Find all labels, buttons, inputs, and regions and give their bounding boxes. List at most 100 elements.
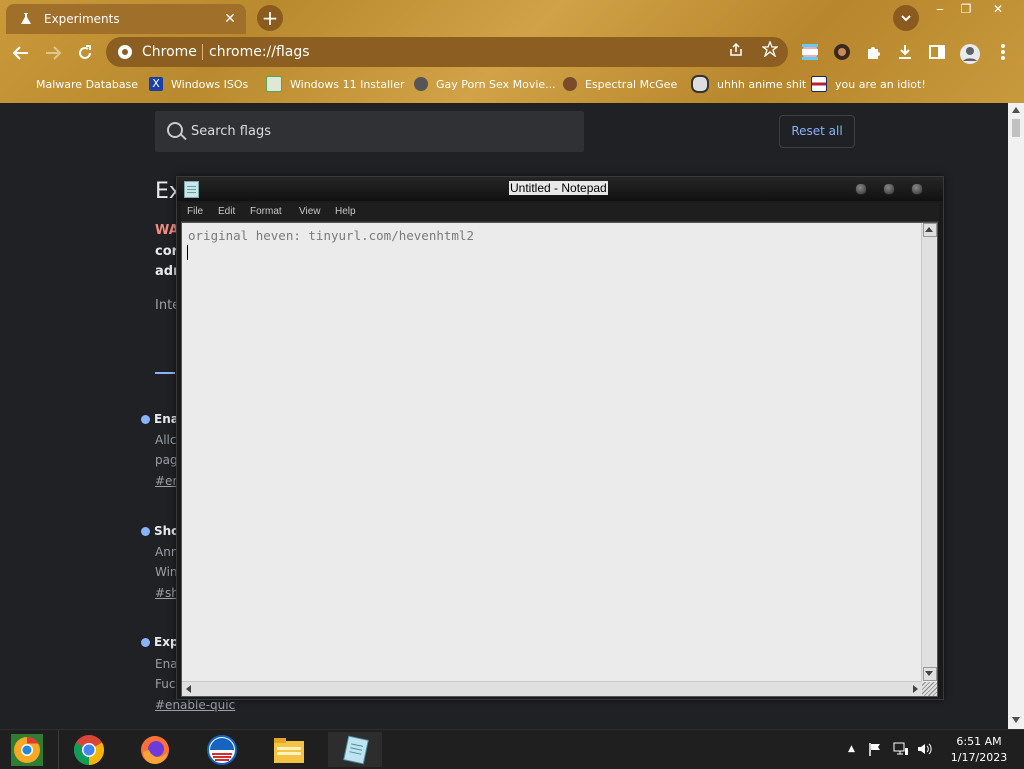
scroll-down-arrow-icon[interactable] — [1012, 717, 1020, 723]
maximize-button[interactable]: ❐ — [954, 2, 978, 16]
menu-edit[interactable]: Edit — [218, 206, 235, 217]
bookmark-label: uhhh anime shit — [717, 77, 807, 91]
reset-all-button[interactable]: Reset all — [779, 115, 855, 148]
bookmark-label: you are an idiot! — [835, 77, 926, 91]
menu-help[interactable]: Help — [335, 206, 356, 217]
reload-icon — [79, 45, 91, 59]
flag-title: Exp — [154, 635, 179, 649]
chrome-canary-taskbar-button[interactable] — [0, 732, 54, 767]
search-flags-input[interactable]: Search flags — [155, 111, 584, 152]
bookmark-movie-site[interactable]: Gay Porn Sex Movie... — [414, 74, 556, 94]
minimize-button[interactable]: ‒ — [928, 2, 952, 16]
flag-description: Ena — [155, 657, 178, 671]
notepad-icon — [343, 735, 369, 764]
notepad-text-area[interactable]: original heven: tinyurl.com/hevenhtml2 — [181, 222, 938, 697]
anime-face-icon — [691, 75, 709, 93]
bookmark-windows-11-installer[interactable]: Windows 11 Installer — [266, 74, 405, 94]
folder-icon — [274, 737, 304, 763]
bookmark-label: Espectral McGee — [585, 77, 678, 91]
new-tab-button[interactable]: + — [257, 5, 283, 31]
profile-avatar-icon[interactable] — [959, 43, 980, 64]
clock-time: 6:51 AM — [956, 735, 1002, 748]
maximize-dot-button[interactable] — [883, 183, 895, 195]
flag-modified-dot — [141, 638, 150, 647]
kebab-menu-icon[interactable] — [994, 43, 1012, 61]
active-tab-indicator — [155, 372, 175, 374]
notepad-horizontal-scrollbar[interactable] — [182, 681, 922, 696]
taskbar: ▲ 6:51 AM 1/17/2023 — [0, 729, 1024, 769]
chrome-icon — [118, 45, 132, 59]
minimize-dot-button[interactable] — [855, 183, 867, 195]
chevron-down-icon — [901, 15, 911, 22]
back-button[interactable] — [10, 42, 32, 64]
notepad-vertical-scrollbar[interactable] — [921, 223, 937, 681]
tab-search-button[interactable] — [893, 5, 919, 31]
bookmark-malware-database[interactable]: Malware Database — [14, 74, 138, 94]
menu-format[interactable]: Format — [250, 206, 282, 217]
reload-button[interactable] — [74, 42, 96, 64]
notepad-content[interactable]: original heven: tinyurl.com/hevenhtml2 — [188, 228, 474, 243]
avatar-extension-icon[interactable] — [833, 43, 851, 61]
system-clock[interactable]: 6:51 AM 1/17/2023 — [942, 734, 1016, 766]
forward-arrow-icon — [46, 46, 62, 60]
menu-file[interactable]: File — [187, 206, 203, 217]
flag-modified-dot — [141, 527, 150, 536]
up-arrow-icon — [925, 227, 933, 232]
url-text[interactable]: chrome://flags — [209, 44, 310, 60]
puzzle-extensions-icon[interactable] — [865, 43, 883, 61]
left-arrow-icon[interactable] — [186, 685, 191, 693]
scroll-up-arrow-icon[interactable] — [1012, 107, 1020, 113]
flag-link[interactable]: #enable-quic — [155, 698, 235, 712]
bookmark-espectral-mcgee[interactable]: Espectral McGee — [563, 74, 677, 94]
tab-experiments[interactable]: Experiments ✕ — [6, 4, 246, 34]
tab-close-icon[interactable]: ✕ — [220, 11, 240, 27]
right-arrow-icon[interactable] — [913, 685, 918, 693]
bookmark-anime[interactable]: uhhh anime shit — [691, 74, 806, 94]
obama-taskbar-button[interactable] — [195, 732, 249, 767]
text-caret — [187, 245, 188, 260]
notepad-menubar: File Edit Format View Help — [181, 203, 939, 222]
browser-toolbar-area: Experiments ✕ + ‒ ❐ ✕ Chrome chrome://fl… — [0, 0, 1024, 103]
chrome-taskbar-button[interactable] — [62, 732, 116, 767]
download-icon[interactable] — [896, 43, 914, 61]
firefox-taskbar-button[interactable] — [128, 732, 182, 767]
menu-view[interactable]: View — [299, 206, 321, 217]
notepad-icon — [184, 181, 199, 198]
x-logo-icon: X — [149, 77, 163, 91]
scroll-thumb[interactable] — [1012, 119, 1020, 137]
flag-description: Allc — [155, 433, 177, 447]
tray-overflow-arrow-icon[interactable]: ▲ — [848, 744, 855, 754]
close-dot-button[interactable] — [911, 183, 923, 195]
flag-description: Win — [155, 565, 178, 579]
flask-icon — [20, 13, 32, 25]
back-arrow-icon — [12, 46, 28, 60]
side-panel-icon[interactable] — [928, 43, 946, 61]
bookmark-label: Windows 11 Installer — [290, 77, 405, 91]
volume-icon[interactable] — [917, 742, 933, 760]
globe-icon — [14, 77, 28, 91]
bookmark-label: Malware Database — [36, 77, 139, 91]
notepad-titlebar[interactable]: Untitled - Notepad — [177, 177, 943, 201]
address-bar[interactable]: Chrome chrome://flags — [106, 37, 788, 67]
network-icon[interactable] — [893, 742, 909, 760]
forward-button[interactable] — [42, 42, 64, 64]
bookmark-star-icon[interactable] — [761, 40, 779, 61]
resize-grip[interactable] — [922, 682, 937, 696]
flag-description: Fuc — [155, 677, 176, 691]
file-explorer-taskbar-button[interactable] — [262, 732, 316, 767]
action-center-flag-icon[interactable] — [868, 742, 882, 760]
image-icon — [266, 76, 282, 92]
chrome-icon — [73, 734, 105, 765]
taskbar-divider — [58, 730, 59, 769]
site-label: Chrome — [142, 44, 197, 60]
bookmark-you-are-an-idiot[interactable]: you are an idiot! — [811, 74, 926, 94]
warning-line-2: cor — [155, 244, 179, 259]
trans-flag-extension-icon[interactable] — [801, 43, 819, 61]
close-window-button[interactable]: ✕ — [986, 2, 1010, 16]
notepad-taskbar-button[interactable] — [328, 732, 382, 767]
share-icon[interactable] — [728, 42, 744, 62]
bookmark-windows-isos[interactable]: X Windows ISOs — [149, 74, 248, 94]
search-placeholder: Search flags — [191, 124, 271, 139]
page-scrollbar[interactable] — [1008, 103, 1024, 729]
obama-logo-icon — [207, 734, 237, 765]
